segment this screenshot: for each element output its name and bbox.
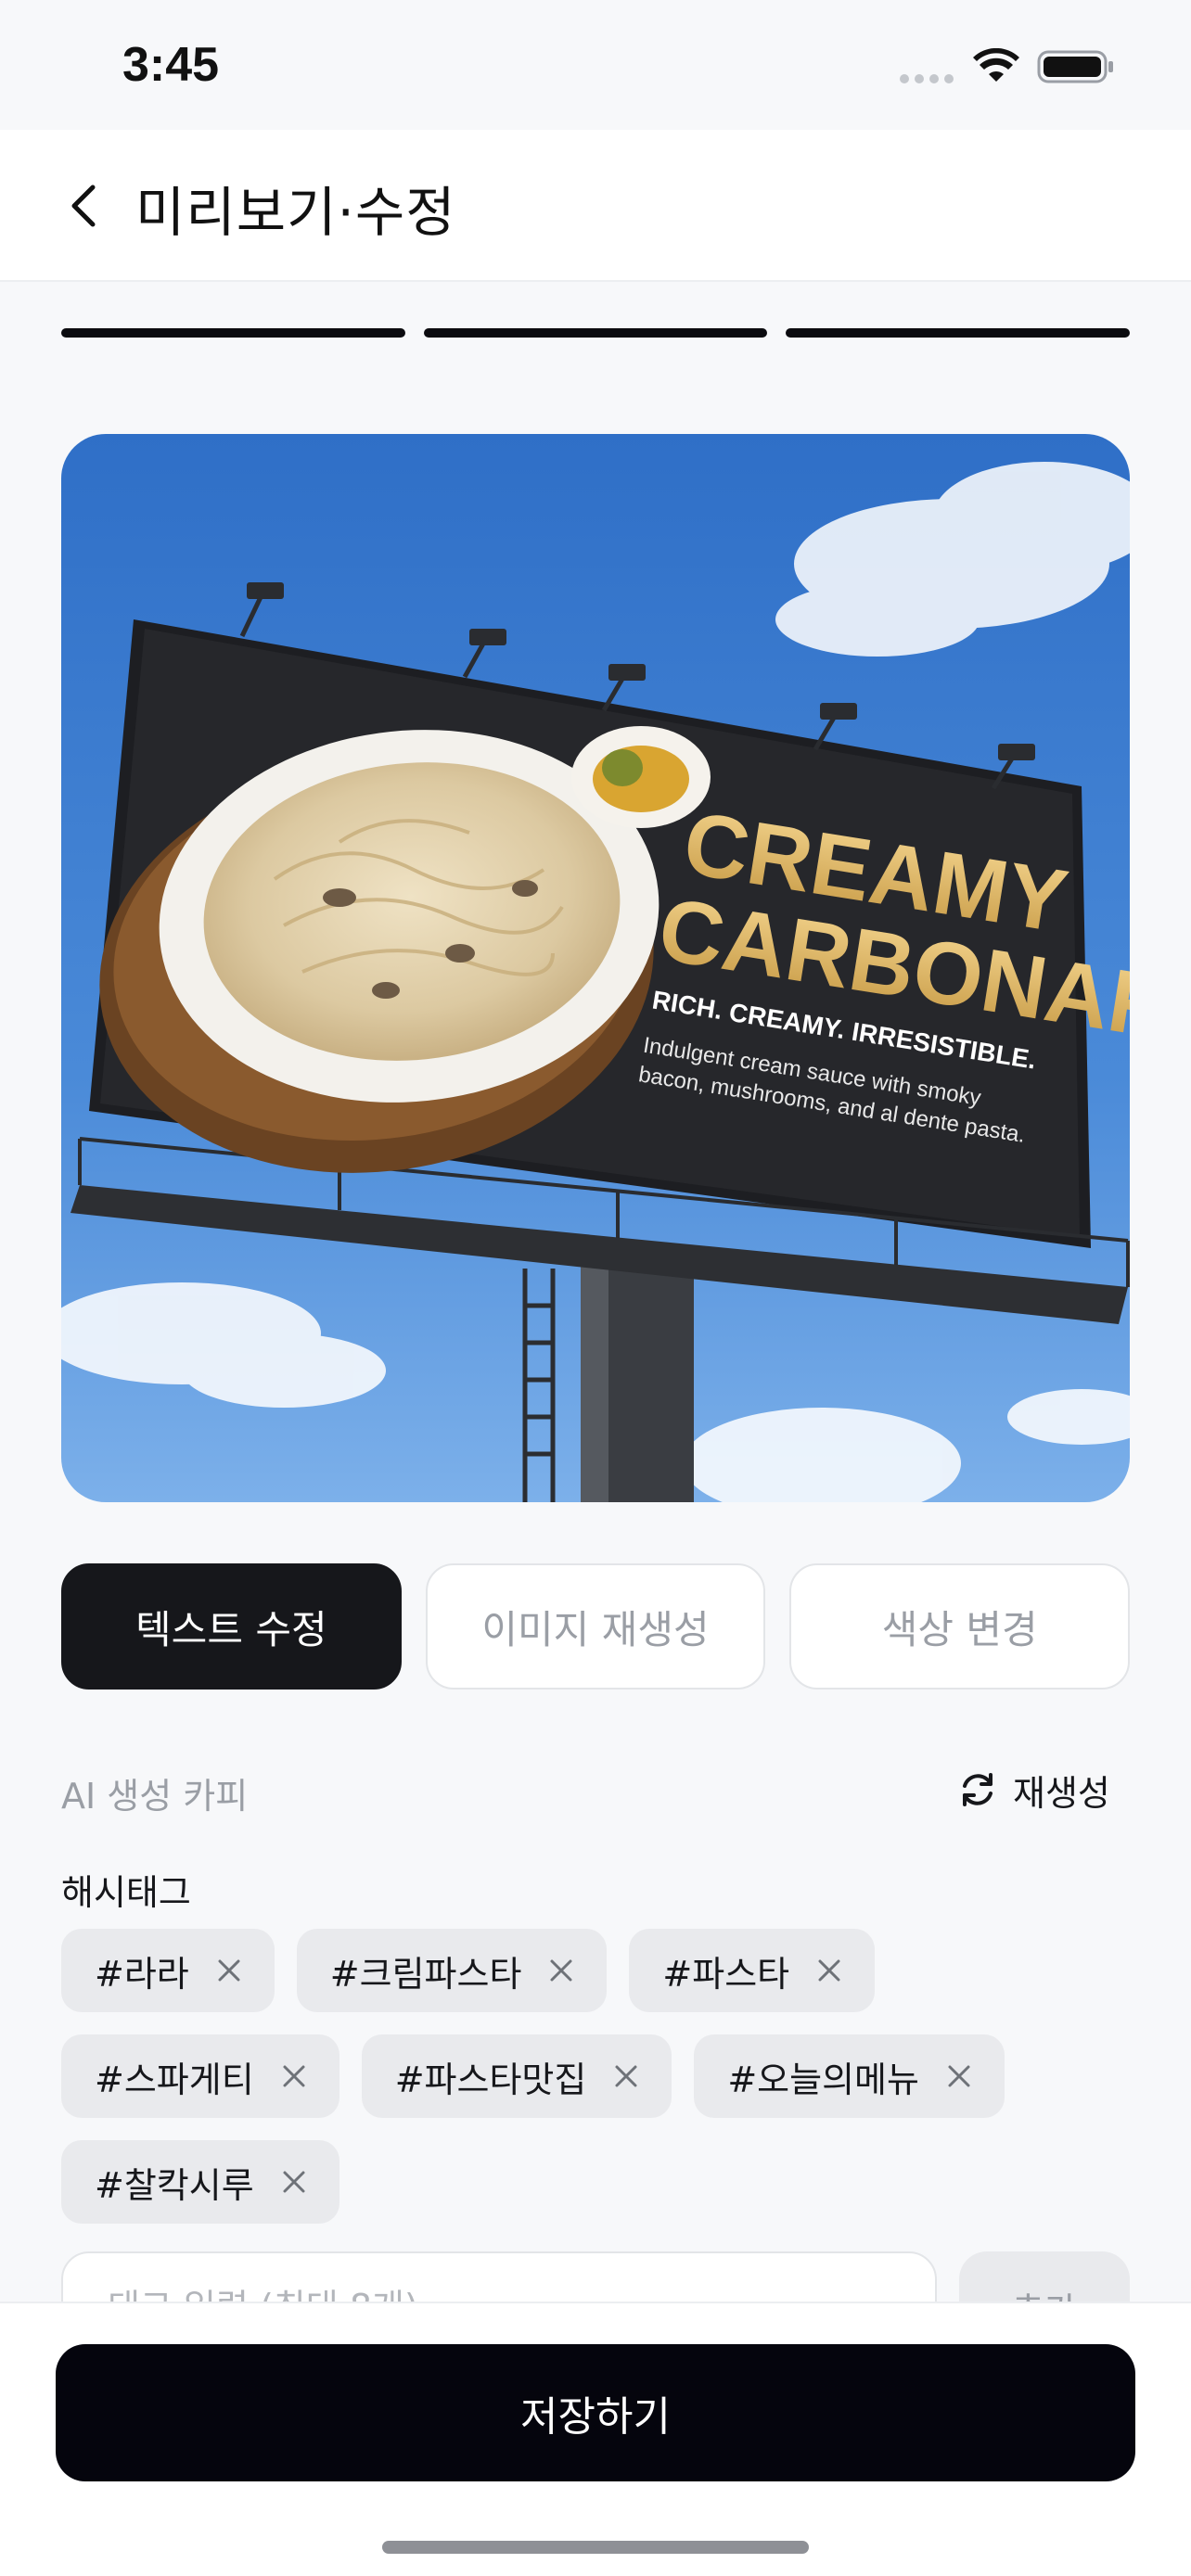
close-icon[interactable] [815,1957,843,1984]
regenerate-button[interactable]: 재생성 [955,1762,1110,1817]
progress-step [61,328,405,338]
hashtag-chip: #파스타맛집 [361,2034,672,2118]
app-header: 미리보기·수정 [0,130,1191,282]
close-icon[interactable] [280,2168,308,2196]
battery-icon [1037,50,1113,83]
hashtag-chip: #오늘의메뉴 [694,2034,1005,2118]
chevron-left-icon [71,185,96,227]
hashtag-chip: #라라 [61,1929,275,2012]
page-title: 미리보기·수정 [135,181,456,244]
step-progress [61,328,1131,338]
bottom-bar: 저장하기 [0,2302,1191,2576]
close-icon[interactable] [945,2062,973,2090]
tab-change-color[interactable]: 색상 변경 [789,1563,1131,1690]
hashtag-chips: #라라 #크림파스타 #파스타 #스파게티 #파스타맛집 #오늘의메뉴 #찰칵시… [61,1929,1137,2246]
cellular-signal-icon [900,74,954,83]
billboard-preview-image: CREAMY CARBONARA RICH. CREAMY. IRRESISTI… [61,434,1130,1502]
action-tabs: 텍스트 수정 이미지 재생성 색상 변경 [61,1563,1131,1690]
hashtag-chip-label: #찰칵시루 [95,2164,254,2206]
hashtag-heading: 해시태그 [61,1872,191,1913]
hashtag-chip: #스파게티 [61,2034,339,2118]
wifi-icon [973,48,1019,82]
progress-step [786,328,1131,338]
regenerate-label: 재생성 [1013,1772,1110,1814]
hashtag-chip-label: #파스타맛집 [394,2059,587,2100]
tab-edit-text[interactable]: 텍스트 수정 [61,1563,402,1690]
back-button[interactable] [54,171,113,241]
home-indicator [382,2541,809,2554]
tab-regenerate-image[interactable]: 이미지 재생성 [425,1563,766,1690]
hashtag-chip-label: #크림파스타 [329,1953,522,1995]
hashtag-chip-label: #오늘의메뉴 [727,2059,919,2100]
close-icon[interactable] [215,1957,243,1984]
close-icon[interactable] [612,2062,640,2090]
hashtag-chip-label: #라라 [95,1953,189,1995]
close-icon[interactable] [280,2062,308,2090]
close-icon[interactable] [547,1957,575,1984]
progress-step [423,328,768,338]
hashtag-chip-label: #스파게티 [95,2059,254,2100]
hashtag-chip: #크림파스타 [296,1929,608,2012]
refresh-icon [963,1773,992,1806]
save-button[interactable]: 저장하기 [56,2344,1135,2481]
status-time: 3:45 [122,38,220,92]
hashtag-chip: #찰칵시루 [61,2140,339,2224]
hashtag-chip: #파스타 [629,1929,876,2012]
hashtag-chip-label: #파스타 [662,1953,790,1995]
ai-copy-label: AI 생성 카피 [61,1776,249,1817]
status-bar: 3:45 [0,0,1191,130]
